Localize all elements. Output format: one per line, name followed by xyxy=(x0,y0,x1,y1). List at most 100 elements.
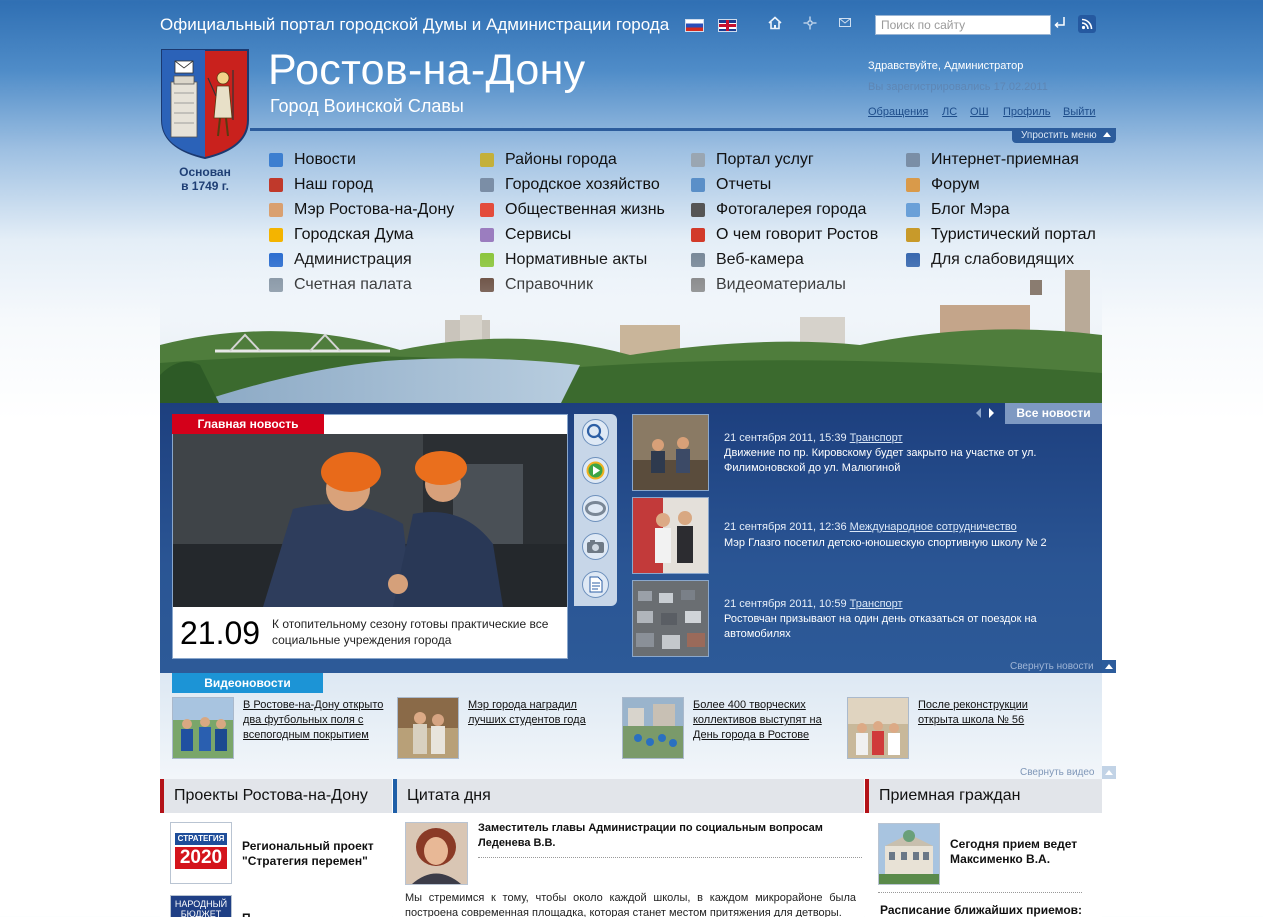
menu-item-label: Отчеты xyxy=(716,176,772,193)
video-thumb-festival[interactable] xyxy=(622,697,684,759)
chevron-up-icon xyxy=(1103,132,1111,137)
quote-author[interactable]: Заместитель главы Администрации по социа… xyxy=(478,821,858,851)
main-news-photo[interactable] xyxy=(173,434,567,616)
menu-item-icon xyxy=(691,203,705,217)
menu-item-icon xyxy=(480,178,494,192)
city-panorama-image xyxy=(160,255,1102,405)
news-headline[interactable]: Мэр Глазго посетил детско-юношескую спор… xyxy=(724,536,1084,551)
appeals-link[interactable]: Обращения xyxy=(868,106,928,118)
video-link[interactable]: Более 400 творческих коллективов выступя… xyxy=(693,698,843,743)
news-headline[interactable]: Ростовчан призывают на один день отказат… xyxy=(724,612,1084,642)
video-link[interactable]: Мэр города наградил лучших студентов год… xyxy=(468,698,618,728)
search-input[interactable] xyxy=(875,15,1051,35)
reception-schedule-title[interactable]: Расписание ближайших приемов: xyxy=(880,903,1082,917)
menu-item-icon xyxy=(269,153,283,167)
menu-item-label: Новости xyxy=(294,151,356,168)
menu-item-label: Форум xyxy=(931,176,980,193)
header-divider xyxy=(250,128,1116,131)
news-category-link[interactable]: Транспорт xyxy=(850,432,903,444)
news-meta: 21 сентября 2011, 10:59 Транспорт xyxy=(724,598,903,610)
flag-en-icon[interactable] xyxy=(718,19,737,32)
simplify-menu-button[interactable]: Упростить меню xyxy=(1012,129,1116,143)
quote-divider xyxy=(478,857,862,858)
sitemap-icon[interactable] xyxy=(802,16,818,32)
news-meta: 21 сентября 2011, 12:36 Международное со… xyxy=(724,521,1017,533)
chevron-up-icon[interactable] xyxy=(1102,766,1116,779)
people-budget-logo[interactable]: НАРОДНЫЙ БЮДЖЕТ xyxy=(170,895,232,917)
video-thumb-school[interactable] xyxy=(847,697,909,759)
reception-header[interactable]: Приемная граждан xyxy=(865,779,1102,813)
menu-item-icon xyxy=(480,203,494,217)
menu-item-icon xyxy=(906,228,920,242)
quote-text: Мы стремимся к тому, чтобы около каждой … xyxy=(405,892,856,917)
quote-author-photo xyxy=(405,822,468,885)
news-thumb-roadworks[interactable] xyxy=(632,414,709,491)
video-link[interactable]: После реконструкции открыта школа № 56 xyxy=(918,698,1068,728)
news-headline[interactable]: Движение по пр. Кировскому будет закрыто… xyxy=(724,446,1084,476)
menu-item-label: Мэр Ростова-на-Дону xyxy=(294,201,455,218)
logout-link[interactable]: Выйти xyxy=(1063,106,1096,118)
strategy-2020-logo[interactable]: СТРАТЕГИЯ 2020 xyxy=(170,822,232,884)
audio-icon[interactable] xyxy=(581,494,610,523)
menu-item-label: Городское хозяйство xyxy=(505,176,660,193)
menu-item-icon xyxy=(269,178,283,192)
mail-icon[interactable] xyxy=(837,16,853,32)
os-link[interactable]: ОШ xyxy=(970,106,989,118)
news-thumb-glasgow-mayor[interactable] xyxy=(632,497,709,574)
search-news-icon[interactable] xyxy=(581,418,610,447)
camera-icon[interactable] xyxy=(581,532,610,561)
arrow-left-icon[interactable] xyxy=(976,408,981,418)
menu-item-icon xyxy=(906,203,920,217)
flag-ru-icon[interactable] xyxy=(685,19,704,32)
user-greeting: Здравствуйте, Администратор xyxy=(868,60,1024,72)
text-document-icon[interactable] xyxy=(581,570,610,599)
founded-year: в 1749 г. xyxy=(181,179,229,193)
main-news-tab: Главная новость xyxy=(172,414,324,434)
coat-of-arms-logo[interactable] xyxy=(160,48,250,160)
video-news-tab: Видеоновости xyxy=(172,673,323,693)
main-news-text[interactable]: К отопительному сезону готовы практическ… xyxy=(272,616,564,648)
menu-item-icon xyxy=(480,228,494,242)
menu-item-icon xyxy=(269,228,283,242)
news-category-link[interactable]: Международное сотрудничество xyxy=(850,521,1017,533)
menu-item-label: О чем говорит Ростов xyxy=(716,226,879,243)
strategy-logo-caption: СТРАТЕГИЯ xyxy=(175,833,227,845)
rss-icon[interactable] xyxy=(1078,15,1096,33)
all-news-button[interactable]: Все новости xyxy=(1005,403,1102,424)
news-pager xyxy=(974,406,1002,420)
city-name[interactable]: Ростов-на-Дону xyxy=(268,46,585,95)
portal-title: Официальный портал городской Думы и Адми… xyxy=(160,15,670,34)
private-messages-link[interactable]: ЛС xyxy=(942,106,957,118)
profile-link[interactable]: Профиль xyxy=(1003,106,1051,118)
enter-icon[interactable] xyxy=(1054,16,1068,34)
strategy-project-link[interactable]: Региональный проект "Стратегия перемен" xyxy=(242,839,382,869)
menu-item-label: Городская Дума xyxy=(294,226,414,243)
menu-item-label: Туристический портал xyxy=(931,226,1096,243)
collapse-video-link[interactable]: Свернуть видео xyxy=(1020,767,1095,778)
menu-item-icon xyxy=(906,153,920,167)
video-thumb-students[interactable] xyxy=(397,697,459,759)
projects-header[interactable]: Проекты Ростова-на-Дону xyxy=(160,779,392,813)
chevron-up-icon[interactable] xyxy=(1102,660,1116,673)
news-thumb-traffic[interactable] xyxy=(632,580,709,657)
people-budget-link[interactable]: П xyxy=(242,911,251,917)
menu-item-label: Блог Мэра xyxy=(931,201,1010,218)
menu-item-label: Районы города xyxy=(505,151,617,168)
video-link[interactable]: В Ростове-на-Дону открыто два футбольных… xyxy=(243,698,393,743)
home-icon[interactable] xyxy=(767,16,783,32)
menu-item-icon xyxy=(906,178,920,192)
quote-header[interactable]: Цитата дня xyxy=(393,779,864,813)
video-play-icon[interactable] xyxy=(581,456,610,485)
menu-item-label: Общественная жизнь xyxy=(505,201,665,218)
collapse-news-link[interactable]: Свернуть новости xyxy=(1010,661,1094,672)
reception-today[interactable]: Сегодня прием ведет Максименко В.А. xyxy=(950,837,1090,867)
arrow-right-icon[interactable] xyxy=(989,408,994,418)
video-thumb-football[interactable] xyxy=(172,697,234,759)
news-category-link[interactable]: Транспорт xyxy=(850,598,903,610)
reception-divider xyxy=(878,892,1082,893)
simplify-menu-label: Упростить меню xyxy=(1021,130,1097,141)
news-date: 21 сентября 2011, 12:36 xyxy=(724,521,847,533)
menu-item-label: Интернет-приемная xyxy=(931,151,1079,168)
menu-item-icon xyxy=(691,178,705,192)
menu-item-label: Фотогалерея города xyxy=(716,201,867,218)
